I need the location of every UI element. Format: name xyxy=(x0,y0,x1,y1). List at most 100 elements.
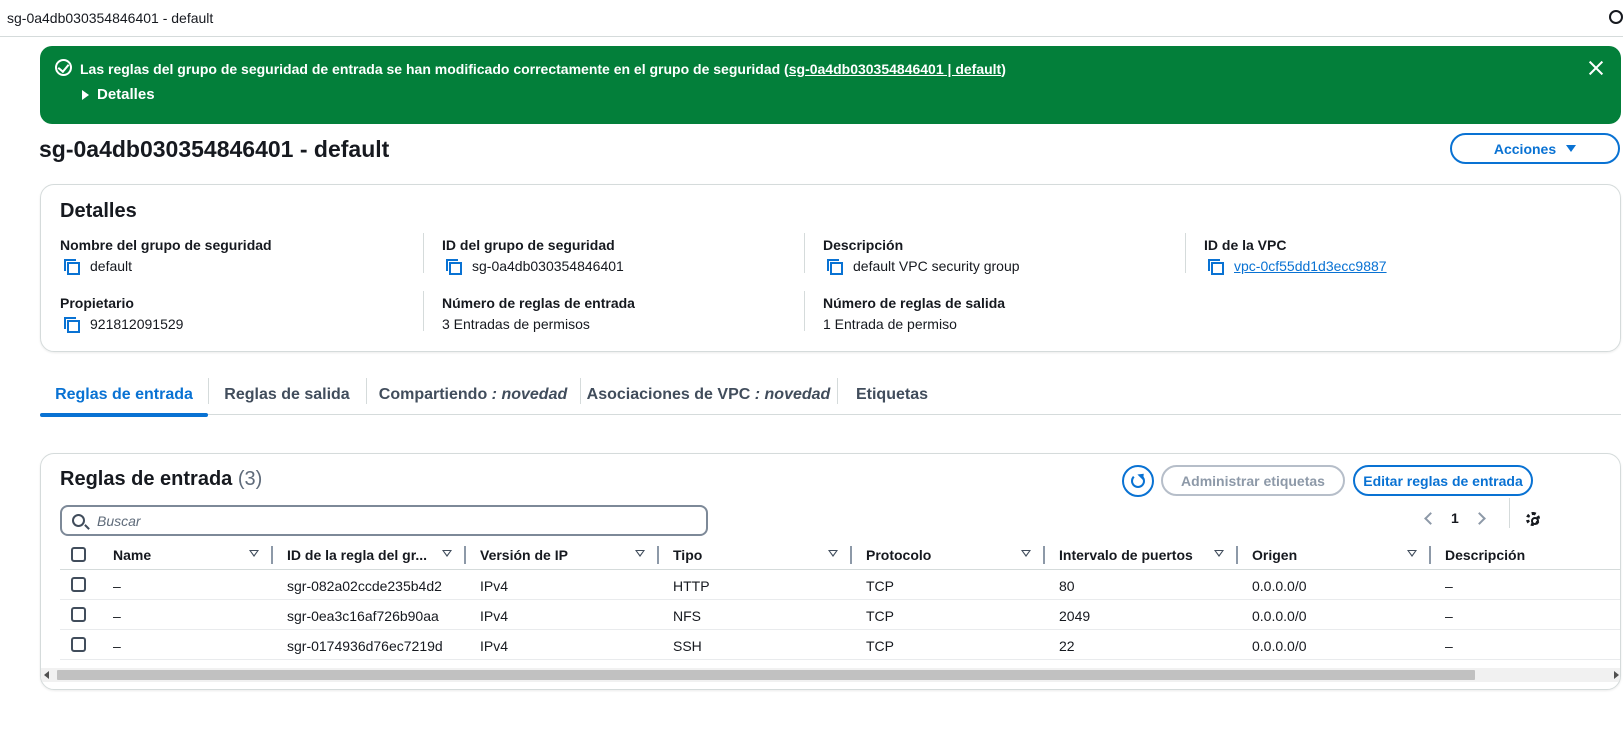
column-header-description[interactable]: Descripción xyxy=(1445,547,1525,563)
sort-icon[interactable] xyxy=(1021,550,1031,557)
row-checkbox[interactable] xyxy=(71,607,86,622)
sort-icon[interactable] xyxy=(1407,550,1417,557)
tab-suffix: : novedad xyxy=(754,386,831,403)
tab-label: Reglas de entrada xyxy=(55,386,193,403)
field-outbound-count: Número de reglas de salida 1 Entrada de … xyxy=(823,295,1005,332)
copy-icon[interactable] xyxy=(1208,259,1224,275)
row-checkbox[interactable] xyxy=(71,577,86,592)
sort-icon[interactable] xyxy=(828,550,838,557)
divider xyxy=(423,233,424,273)
search-icon xyxy=(72,514,85,527)
divider xyxy=(423,291,424,331)
table-row[interactable]: – sgr-0ea3c16af726b90aa IPv4 NFS TCP 204… xyxy=(60,600,1620,630)
tab-outbound-rules[interactable]: Reglas de salida xyxy=(208,375,366,415)
column-resizer[interactable] xyxy=(464,546,466,564)
edit-inbound-rules-button[interactable]: Editar reglas de entrada xyxy=(1353,465,1533,496)
column-resizer[interactable] xyxy=(271,546,273,564)
cell-port-range: 2049 xyxy=(1059,608,1091,624)
tab-sharing[interactable]: Compartiendo : novedad xyxy=(366,375,580,415)
tab-inbound-rules[interactable]: Reglas de entrada xyxy=(40,375,208,417)
sort-icon[interactable] xyxy=(249,550,259,557)
field-value: sg-0a4db030354846401 xyxy=(472,258,624,274)
close-icon[interactable] xyxy=(1586,58,1606,78)
field-label: ID del grupo de seguridad xyxy=(442,237,615,253)
cell-type: NFS xyxy=(673,608,701,624)
column-header-ip-version[interactable]: Versión de IP xyxy=(480,547,568,563)
tab-label: Asociaciones de VPC xyxy=(586,386,751,403)
horizontal-scrollbar[interactable] xyxy=(41,668,1620,682)
field-label: Número de reglas de salida xyxy=(823,295,1006,311)
inbound-rules-table: Name ID de la regla del gr... Versión de… xyxy=(60,542,1620,660)
tab-label: Etiquetas xyxy=(855,386,928,403)
sort-icon[interactable] xyxy=(1214,550,1224,557)
flash-security-group-link[interactable]: sg-0a4db030354846401 | default xyxy=(789,61,1001,77)
column-resizer[interactable] xyxy=(657,546,659,564)
search-field[interactable] xyxy=(60,505,708,536)
table-row[interactable]: – sgr-0174936d76ec7219d IPv4 SSH TCP 22 … xyxy=(60,630,1620,660)
field-group-id: ID del grupo de seguridad sg-0a4db030354… xyxy=(442,237,624,275)
details-heading: Detalles xyxy=(60,200,137,222)
field-inbound-count: Número de reglas de entrada 3 Entradas d… xyxy=(442,295,635,332)
field-description: Descripción default VPC security group xyxy=(823,237,1020,275)
divider xyxy=(804,291,805,331)
cell-type: SSH xyxy=(673,638,702,654)
scroll-right-arrow-icon[interactable] xyxy=(1614,671,1619,679)
sort-icon[interactable] xyxy=(442,550,452,557)
row-checkbox[interactable] xyxy=(71,637,86,652)
tab-tags[interactable]: Etiquetas xyxy=(837,375,947,415)
column-resizer[interactable] xyxy=(1236,546,1238,564)
extension-icon[interactable] xyxy=(1609,10,1623,24)
current-page[interactable]: 1 xyxy=(1451,510,1459,526)
column-resizer[interactable] xyxy=(850,546,852,564)
sort-icon[interactable] xyxy=(635,550,645,557)
actions-button[interactable]: Acciones xyxy=(1450,133,1620,164)
cell-rule-id: sgr-0174936d76ec7219d xyxy=(287,638,443,654)
column-header-port-range[interactable]: Intervalo de puertos xyxy=(1059,547,1193,563)
field-vpc-id: ID de la VPC vpc-0cf55dd1d3ecc9887 xyxy=(1204,237,1387,275)
field-value: 3 Entradas de permisos xyxy=(442,316,590,332)
column-header-source[interactable]: Origen xyxy=(1252,547,1297,563)
cell-protocol: TCP xyxy=(866,638,894,654)
table-row[interactable]: – sgr-082a02ccde235b4d2 IPv4 HTTP TCP 80… xyxy=(60,570,1620,600)
copy-icon[interactable] xyxy=(64,259,80,275)
refresh-button[interactable] xyxy=(1122,465,1154,497)
chevron-right-icon[interactable] xyxy=(1472,511,1486,525)
scrollbar-thumb[interactable] xyxy=(57,670,1475,680)
inbound-rules-card: Reglas de entrada (3) Administrar etique… xyxy=(40,453,1621,690)
cell-protocol: TCP xyxy=(866,608,894,624)
column-resizer[interactable] xyxy=(1429,546,1431,564)
divider xyxy=(1509,498,1510,528)
select-all-checkbox[interactable] xyxy=(71,547,86,562)
column-header-name[interactable]: Name xyxy=(113,547,151,563)
tab-label: Compartiendo xyxy=(378,386,488,403)
tab-vpc-associations[interactable]: Asociaciones de VPC : novedad xyxy=(580,375,837,415)
column-resizer[interactable] xyxy=(1043,546,1045,564)
vpc-id-link[interactable]: vpc-0cf55dd1d3ecc9887 xyxy=(1234,258,1387,274)
copy-icon[interactable] xyxy=(64,317,80,333)
copy-icon[interactable] xyxy=(446,259,462,275)
tab-label: Reglas de salida xyxy=(224,386,350,403)
gear-icon[interactable] xyxy=(1526,512,1540,526)
column-header-protocol[interactable]: Protocolo xyxy=(866,547,931,563)
copy-icon[interactable] xyxy=(827,259,843,275)
column-header-rule-id[interactable]: ID de la regla del gr... xyxy=(287,547,427,563)
flash-message: Las reglas del grupo de seguridad de ent… xyxy=(80,61,1006,77)
manage-tags-button[interactable]: Administrar etiquetas xyxy=(1161,465,1345,496)
tab-suffix: : novedad xyxy=(491,386,568,403)
field-label: Número de reglas de entrada xyxy=(442,295,635,311)
cell-rule-id: sgr-0ea3c16af726b90aa xyxy=(287,608,439,624)
field-label: Descripción xyxy=(823,237,904,253)
column-header-type[interactable]: Tipo xyxy=(673,547,702,563)
chevron-left-icon[interactable] xyxy=(1424,511,1437,525)
tab-bar: Reglas de entrada Reglas de salida Compa… xyxy=(40,375,1621,417)
search-input[interactable] xyxy=(97,512,657,529)
flash-details-toggle[interactable]: Detalles xyxy=(82,86,155,103)
success-flash-banner: Las reglas del grupo de seguridad de ent… xyxy=(40,46,1621,124)
cell-name: – xyxy=(113,608,121,624)
rules-count: (3) xyxy=(237,468,263,490)
flash-details-label: Detalles xyxy=(97,86,155,103)
cell-description: – xyxy=(1445,638,1453,654)
scroll-left-arrow-icon[interactable] xyxy=(44,671,49,679)
field-label: ID de la VPC xyxy=(1204,237,1287,253)
field-value: default xyxy=(90,258,133,274)
